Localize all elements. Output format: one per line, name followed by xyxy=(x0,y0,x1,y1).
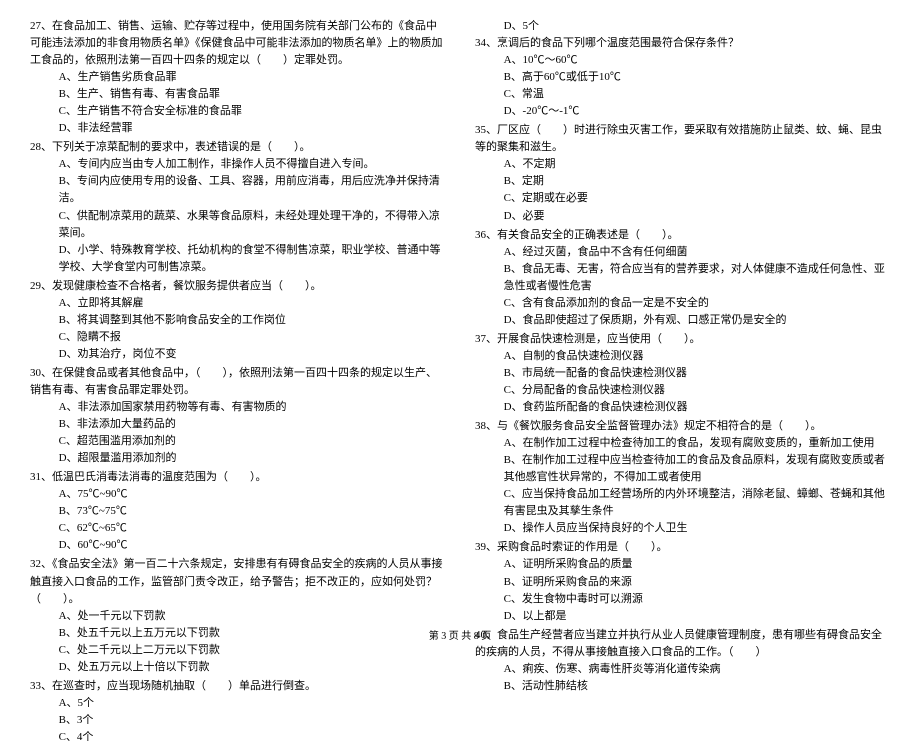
q36-opt-a: A、经过灭菌，食品中不含有任何细菌 xyxy=(475,244,890,261)
q40-opt-a: A、痢疾、伤寒、病毒性肝炎等消化道传染病 xyxy=(475,661,890,678)
q33-opt-d: D、5个 xyxy=(475,18,890,35)
q37-text: 37、开展食品快速检测是，应当使用（ ）。 xyxy=(475,331,890,348)
question-31: 31、低温巴氏消毒法消毒的温度范围为（ ）。 A、75℃~90℃ B、73℃~7… xyxy=(30,469,445,554)
page-footer: 第 3 页 共 8 页 xyxy=(0,627,920,642)
q32-opt-c: C、处二千元以上二万元以下罚款 xyxy=(30,642,445,659)
q34-text: 34、烹调后的食品下列哪个温度范围最符合保存条件？ xyxy=(475,35,890,52)
q28-text: 28、下列关于凉菜配制的要求中，表述错误的是（ ）。 xyxy=(30,139,445,156)
q31-opt-b: B、73℃~75℃ xyxy=(30,503,445,520)
q28-opt-a: A、专间内应当由专人加工制作，非操作人员不得擅自进入专间。 xyxy=(30,156,445,173)
q36-opt-b: B、食品无毒、无害，符合应当有的营养要求，对人体健康不造成任何急性、亚急性或者慢… xyxy=(475,261,890,295)
q37-opt-d: D、食药监所配备的食品快速检测仪器 xyxy=(475,399,890,416)
question-29: 29、发现健康检查不合格者，餐饮服务提供者应当（ ）。 A、立即将其解雇 B、将… xyxy=(30,278,445,363)
q30-opt-c: C、超范围滥用添加剂的 xyxy=(30,433,445,450)
q34-opt-c: C、常温 xyxy=(475,86,890,103)
q37-opt-c: C、分局配备的食品快速检测仪器 xyxy=(475,382,890,399)
q31-opt-c: C、62℃~65℃ xyxy=(30,520,445,537)
question-27: 27、在食品加工、销售、运输、贮存等过程中，使用国务院有关部门公布的《食品中可能… xyxy=(30,18,445,137)
q31-opt-d: D、60℃~90℃ xyxy=(30,537,445,554)
q40-opt-b: B、活动性肺结核 xyxy=(475,678,890,695)
question-36: 36、有关食品安全的正确表述是（ ）。 A、经过灭菌，食品中不含有任何细菌 B、… xyxy=(475,227,890,329)
q32-text: 32、《食品安全法》第一百二十六条规定，安排患有有碍食品安全的疾病的人员从事接触… xyxy=(30,556,445,607)
question-39: 39、采购食品时索证的作用是（ ）。 A、证明所采购食品的质量 B、证明所采购食… xyxy=(475,539,890,624)
q30-opt-a: A、非法添加国家禁用药物等有毒、有害物质的 xyxy=(30,399,445,416)
q27-text: 27、在食品加工、销售、运输、贮存等过程中，使用国务院有关部门公布的《食品中可能… xyxy=(30,18,445,69)
q39-opt-b: B、证明所采购食品的来源 xyxy=(475,574,890,591)
question-38: 38、与《餐饮服务食品安全监督管理办法》规定不相符合的是（ ）。 A、在制作加工… xyxy=(475,418,890,537)
question-35: 35、厂区应（ ）时进行除虫灭害工作，要采取有效措施防止鼠类、蚊、蝇、昆虫等的聚… xyxy=(475,122,890,224)
q35-opt-a: A、不定期 xyxy=(475,156,890,173)
q31-opt-a: A、75℃~90℃ xyxy=(30,486,445,503)
q34-opt-b: B、高于60℃或低于10℃ xyxy=(475,69,890,86)
q33-text: 33、在巡查时，应当现场随机抽取（ ）单品进行倒查。 xyxy=(30,678,445,695)
q38-opt-c: C、应当保持食品加工经营场所的内外环境整洁，消除老鼠、蟑螂、苍蝇和其他有害昆虫及… xyxy=(475,486,890,520)
q37-opt-a: A、自制的食品快速检测仪器 xyxy=(475,348,890,365)
q30-opt-b: B、非法添加大量药品的 xyxy=(30,416,445,433)
question-34: 34、烹调后的食品下列哪个温度范围最符合保存条件？ A、10℃～60℃ B、高于… xyxy=(475,35,890,120)
q34-opt-d: D、-20℃～-1℃ xyxy=(475,103,890,120)
q30-text: 30、在保健食品或者其他食品中，（ ），依照刑法第一百四十四条的规定以生产、销售… xyxy=(30,365,445,399)
q35-opt-c: C、定期或在必要 xyxy=(475,190,890,207)
q32-opt-a: A、处一千元以下罚款 xyxy=(30,608,445,625)
q35-text: 35、厂区应（ ）时进行除虫灭害工作，要采取有效措施防止鼠类、蚊、蝇、昆虫等的聚… xyxy=(475,122,890,156)
q30-opt-d: D、超限量滥用添加剂的 xyxy=(30,450,445,467)
q28-opt-c: C、供配制凉菜用的蔬菜、水果等食品原料，未经处理处理干净的，不得带入凉菜间。 xyxy=(30,208,445,242)
q32-opt-d: D、处五万元以上十倍以下罚款 xyxy=(30,659,445,676)
q27-opt-b: B、生产、销售有毒、有害食品罪 xyxy=(30,86,445,103)
q38-opt-b: B、在制作加工过程中应当检查待加工的食品及食品原料，发现有腐败变质或者其他感官性… xyxy=(475,452,890,486)
q39-opt-c: C、发生食物中毒时可以溯源 xyxy=(475,591,890,608)
q31-text: 31、低温巴氏消毒法消毒的温度范围为（ ）。 xyxy=(30,469,445,486)
q35-opt-d: D、必要 xyxy=(475,208,890,225)
q35-opt-b: B、定期 xyxy=(475,173,890,190)
q38-opt-a: A、在制作加工过程中检查待加工的食品，发现有腐败变质的，重新加工使用 xyxy=(475,435,890,452)
q27-opt-d: D、非法经营罪 xyxy=(30,120,445,137)
q39-opt-d: D、以上都是 xyxy=(475,608,890,625)
q29-opt-a: A、立即将其解雇 xyxy=(30,295,445,312)
q33-opt-b: B、3个 xyxy=(30,712,445,729)
question-33: 33、在巡查时，应当现场随机抽取（ ）单品进行倒查。 A、5个 B、3个 C、4… xyxy=(30,678,445,746)
q38-opt-d: D、操作人员应当保持良好的个人卫生 xyxy=(475,520,890,537)
q38-text: 38、与《餐饮服务食品安全监督管理办法》规定不相符合的是（ ）。 xyxy=(475,418,890,435)
q36-opt-c: C、含有食品添加剂的食品一定是不安全的 xyxy=(475,295,890,312)
q27-opt-c: C、生产销售不符合安全标准的食品罪 xyxy=(30,103,445,120)
q29-opt-c: C、隐瞒不报 xyxy=(30,329,445,346)
q33-opt-a: A、5个 xyxy=(30,695,445,712)
q28-opt-d: D、小学、特殊教育学校、托幼机构的食堂不得制售凉菜，职业学校、普通中等学校、大学… xyxy=(30,242,445,276)
question-32: 32、《食品安全法》第一百二十六条规定，安排患有有碍食品安全的疾病的人员从事接触… xyxy=(30,556,445,675)
q28-opt-b: B、专间内应使用专用的设备、工具、容器，用前应消毒，用后应洗净并保持清洁。 xyxy=(30,173,445,207)
exam-page: 27、在食品加工、销售、运输、贮存等过程中，使用国务院有关部门公布的《食品中可能… xyxy=(0,0,920,756)
q29-opt-b: B、将其调整到其他不影响食品安全的工作岗位 xyxy=(30,312,445,329)
q36-text: 36、有关食品安全的正确表述是（ ）。 xyxy=(475,227,890,244)
q36-opt-d: D、食品即使超过了保质期，外有观、口感正常仍是安全的 xyxy=(475,312,890,329)
q27-opt-a: A、生产销售劣质食品罪 xyxy=(30,69,445,86)
q34-opt-a: A、10℃～60℃ xyxy=(475,52,890,69)
q29-text: 29、发现健康检查不合格者，餐饮服务提供者应当（ ）。 xyxy=(30,278,445,295)
q37-opt-b: B、市局统一配备的食品快速检测仪器 xyxy=(475,365,890,382)
q39-text: 39、采购食品时索证的作用是（ ）。 xyxy=(475,539,890,556)
q33-opt-c: C、4个 xyxy=(30,729,445,746)
question-37: 37、开展食品快速检测是，应当使用（ ）。 A、自制的食品快速检测仪器 B、市局… xyxy=(475,331,890,416)
question-28: 28、下列关于凉菜配制的要求中，表述错误的是（ ）。 A、专间内应当由专人加工制… xyxy=(30,139,445,275)
q29-opt-d: D、劝其治疗，岗位不变 xyxy=(30,346,445,363)
q39-opt-a: A、证明所采购食品的质量 xyxy=(475,556,890,573)
question-30: 30、在保健食品或者其他食品中，（ ），依照刑法第一百四十四条的规定以生产、销售… xyxy=(30,365,445,467)
